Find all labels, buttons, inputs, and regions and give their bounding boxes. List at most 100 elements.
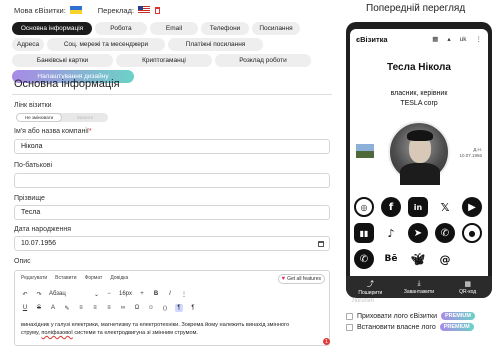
menu-format[interactable]: Формат [85, 275, 103, 281]
dob-field[interactable]: 10.07.1956 [14, 236, 330, 251]
trash-icon[interactable] [155, 6, 161, 14]
threads-icon[interactable]: @ [435, 249, 455, 269]
menu-icon[interactable]: ⋮ [476, 35, 483, 43]
usa-flag-icon[interactable] [138, 6, 151, 14]
misspelled-word[interactable]: поліфазової [41, 330, 72, 336]
menu-edit[interactable]: Редагувати [21, 275, 47, 281]
hide-logo-label: Приховати лого єВізитки [357, 312, 437, 320]
card-dob-value: 10.07.1956 [459, 153, 482, 158]
tab-phones[interactable]: Телефони [201, 22, 249, 35]
card-position-role: власник, керівник [390, 90, 448, 97]
menu-help[interactable]: Довідка [110, 275, 128, 281]
menu-insert[interactable]: Вставити [55, 275, 76, 281]
youtube-icon[interactable]: ▶ [462, 197, 482, 217]
patronymic-field[interactable] [14, 173, 330, 188]
editor-content[interactable]: винахідник у галузі електрики, магнетизм… [21, 321, 321, 337]
code-icon[interactable]: ⟨⟩ [161, 304, 169, 312]
tab-payment-links[interactable]: Платіжні посилання [168, 38, 263, 51]
font-size-value[interactable]: 16px [119, 290, 132, 298]
dob-value: 10.07.1956 [21, 240, 57, 247]
toggle-keep[interactable]: Не змінювати [16, 113, 62, 122]
bell-icon[interactable]: ▴ [447, 35, 450, 43]
divider [12, 94, 332, 95]
telegram-icon[interactable]: ➤ [408, 223, 428, 243]
card-position-company: TESLA corp [400, 100, 438, 107]
tab-address[interactable]: Адреса [12, 38, 44, 51]
align-left-icon[interactable]: ≡ [77, 304, 85, 312]
surname-field[interactable]: Тесла [14, 205, 330, 220]
company-field[interactable]: Нікола [14, 139, 330, 154]
tab-social[interactable]: Соц. мережі та месенджери [47, 38, 165, 51]
special-char-icon[interactable]: Ω [133, 304, 141, 312]
whatsapp-icon[interactable]: ✆ [354, 249, 374, 269]
viber-icon[interactable]: ✆ [435, 223, 455, 243]
font-size-increase-icon[interactable]: + [138, 290, 146, 298]
editor-toolbar-1: ↶ ↷ Абзац ⌄ − 16px + B I ⋮ [21, 290, 188, 298]
rtl-icon[interactable]: ¶ [189, 304, 197, 312]
link-icon[interactable]: ∞ [119, 304, 127, 312]
bold-icon[interactable]: B [152, 290, 160, 298]
calendar-icon[interactable] [318, 241, 324, 247]
qr-code-button[interactable]: ▦ QR-код [443, 276, 492, 298]
card-language-label: Мова єВізитки: [14, 5, 66, 15]
underline-icon[interactable]: U [21, 304, 29, 312]
highlight-icon[interactable]: ✎ [63, 304, 71, 312]
bluesky-icon[interactable]: 🦋︎ [408, 249, 428, 269]
editor-line-2: струму, поліфазової системи та електродв… [21, 330, 198, 336]
tiktok-icon[interactable]: ♪ [381, 223, 401, 243]
section-title: Основна інформація [14, 78, 120, 90]
undo-icon[interactable]: ↶ [21, 290, 29, 298]
tab-bank-cards[interactable]: Банківські картки [12, 54, 113, 67]
company-logo-image [356, 144, 374, 158]
download-button[interactable]: ⤓ Завантажити [395, 276, 444, 298]
tab-schedule[interactable]: Розклад роботи [215, 54, 311, 67]
ukraine-flag-icon[interactable] [69, 6, 82, 14]
section-tabs: Основна інформація Робота Email Телефони… [12, 22, 332, 83]
signal-icon[interactable]: ● [462, 223, 482, 243]
italic-icon[interactable]: I [166, 290, 174, 298]
lang-select[interactable]: uk [460, 36, 467, 43]
font-size-decrease-icon[interactable]: − [105, 290, 113, 298]
toggle-change[interactable]: Змінити [62, 113, 108, 122]
card-position: власник, керівник TESLA corp [350, 89, 488, 109]
emoji-icon[interactable]: ☺ [147, 304, 155, 312]
profile-photo [388, 121, 450, 185]
tab-crypto-wallets[interactable]: Криптогаманці [116, 54, 212, 67]
align-right-icon[interactable]: ≡ [105, 304, 113, 312]
link-toggle[interactable]: Не змінювати Змінити [16, 113, 108, 122]
premium-badge: PREMIUM [440, 312, 475, 320]
instagram-icon[interactable]: ◎ [354, 197, 374, 217]
qr-icon[interactable]: ▦ [432, 35, 438, 43]
x-icon[interactable]: 𝕏 [435, 197, 455, 217]
own-logo-checkbox[interactable] [346, 323, 353, 331]
text-color-icon[interactable]: A [49, 304, 57, 312]
tab-work[interactable]: Робота [95, 22, 147, 35]
phone-bottom-bar: ⤴ Поширити ⤓ Завантажити ▦ QR-код [346, 276, 492, 298]
block-format-select[interactable]: Абзац ⌄ [49, 290, 99, 298]
heart-icon: ♥ [281, 276, 286, 282]
description-label: Опис [14, 258, 31, 265]
hide-logo-checkbox[interactable] [346, 312, 353, 320]
align-center-icon[interactable]: ≡ [91, 304, 99, 312]
get-all-features-button[interactable]: ♥ Get all features [277, 274, 325, 284]
card-dob: Д.Н. 10.07.1956 [459, 147, 482, 159]
qr-code-icon: ▦ [464, 280, 471, 288]
more-icon[interactable]: ⋮ [180, 290, 188, 298]
linkedin-icon[interactable]: in [408, 197, 428, 217]
tab-links[interactable]: Посилання [252, 22, 300, 35]
error-badge[interactable]: 1 [323, 338, 330, 345]
hide-logo-option[interactable]: Приховати лого єВізитки PREMIUM [346, 312, 475, 320]
editor-menubar: Редагувати Вставити Формат Довідка [21, 275, 128, 281]
behance-icon[interactable]: Bē [381, 249, 401, 269]
twitch-icon[interactable]: ▮▮ [354, 223, 374, 243]
phone-preview: єВізитка ▦ ▴ uk ⋮ Тесла Нікола власник, … [346, 22, 492, 298]
tab-email[interactable]: Email [150, 22, 198, 35]
own-logo-option[interactable]: Встановити власне лого PREMIUM [346, 323, 474, 331]
tab-main-info[interactable]: Основна інформація [12, 22, 92, 35]
share-button[interactable]: ⤴ Поширити [346, 276, 395, 298]
redo-icon[interactable]: ↷ [35, 290, 43, 298]
faint-logo-label: Логотип [352, 298, 374, 304]
facebook-icon[interactable]: f [381, 197, 401, 217]
ltr-icon[interactable]: ¶ [175, 304, 183, 312]
strikethrough-icon[interactable]: S [35, 304, 43, 312]
